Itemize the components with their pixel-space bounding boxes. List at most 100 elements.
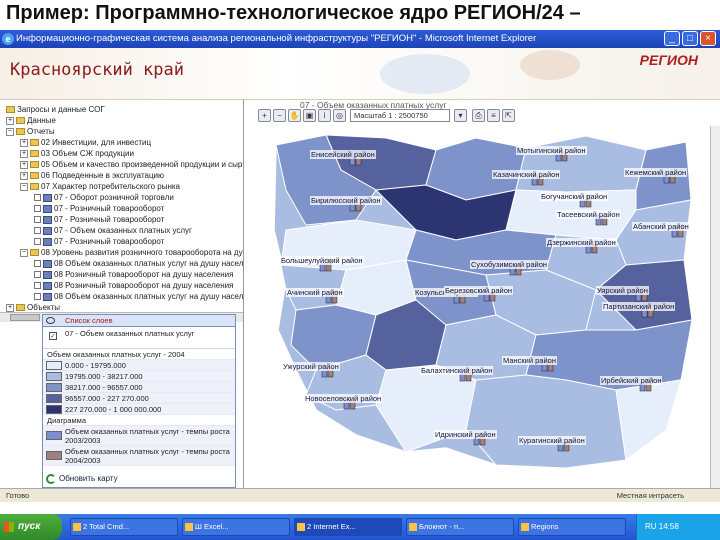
zoom-in-icon[interactable]: + (258, 109, 271, 122)
status-bar: Готово Местная интрасеть (0, 488, 720, 502)
refresh-map-label: Обновить карту (59, 474, 118, 483)
system-tray: RU 14:58 (636, 514, 720, 540)
tree-checkbox[interactable] (34, 205, 41, 213)
taskbar-item[interactable]: 2 Internet Ex... (294, 518, 402, 536)
taskbar-item[interactable]: Ш Excel... (182, 518, 290, 536)
expand-toggle-icon[interactable]: + (6, 116, 14, 125)
tree-checkbox[interactable] (34, 271, 41, 279)
district-kuraginsky[interactable] (465, 374, 627, 469)
expand-toggle-icon[interactable]: − (20, 182, 28, 191)
info-icon[interactable]: i (318, 109, 331, 122)
start-button[interactable]: пуск (0, 514, 62, 540)
map-icon (43, 281, 52, 290)
tree-checkbox[interactable] (34, 282, 41, 290)
district-label: Казачинский район (492, 170, 561, 179)
district-label: Мотыгинский район (516, 146, 587, 155)
pan-icon[interactable]: ✋ (288, 109, 301, 122)
print-icon[interactable]: ⎙ (472, 109, 485, 122)
globe-icon[interactable]: ◎ (333, 109, 346, 122)
app-icon (521, 523, 529, 531)
taskbar-item[interactable]: Regions (518, 518, 626, 536)
header-decoration (380, 54, 470, 94)
map-vertical-scrollbar[interactable] (710, 126, 720, 488)
tree-item[interactable]: +05 Объем и качество произведенной проду… (20, 159, 243, 170)
refresh-map-button[interactable]: Обновить карту (45, 473, 231, 485)
chevron-down-icon[interactable]: ▾ (454, 109, 467, 122)
layer-checkbox[interactable]: ✓ (49, 332, 57, 340)
tree-item[interactable]: − 08 Уровень развития розничного товарооб… (20, 247, 243, 258)
folder-icon (30, 183, 39, 191)
tree-item[interactable]: +03 Объем СЖ продукции (20, 148, 134, 159)
zoom-out-icon[interactable]: − (273, 109, 286, 122)
scale-select[interactable]: Масштаб 1 : 2500750 (350, 109, 450, 122)
map-icon (43, 259, 52, 268)
tree-item[interactable]: − 07 Характер потребительского рынка (20, 181, 180, 192)
tree-item-label: Запросы и данные СОГ (17, 105, 105, 114)
diagram-bar (319, 263, 326, 272)
close-button[interactable]: × (700, 31, 716, 46)
district-karatuzsky[interactable] (615, 379, 682, 461)
folder-icon (30, 249, 39, 257)
layers-icon[interactable]: ≡ (487, 109, 500, 122)
tree-item[interactable]: 07 - Розничный товарооборот (34, 203, 164, 214)
tree-item[interactable]: 07 - Розничный товарооборот (34, 236, 164, 247)
expand-toggle-icon[interactable]: + (6, 303, 14, 312)
minimize-button[interactable]: _ (664, 31, 680, 46)
tree-item[interactable]: Запросы и данные СОГ (6, 104, 105, 115)
map-icon (43, 215, 52, 224)
tree-item-label: 08 Уровень развития розничного товарообо… (41, 248, 243, 257)
folder-icon (16, 128, 25, 136)
tree-item[interactable]: 08 Розничный товарооборот на душу населе… (34, 269, 233, 280)
refresh-icon (46, 474, 56, 484)
legend-histogram: Объем оказанных платных услуг - темпы ро… (43, 426, 235, 466)
district-label: Уярский район (596, 286, 649, 295)
legend-swatch (46, 394, 62, 403)
select-icon[interactable]: ▣ (303, 109, 316, 122)
district-label: Ачинский район (286, 288, 344, 297)
expand-toggle-icon[interactable]: + (20, 171, 28, 180)
taskbar-item[interactable]: 2 Total Cmd... (70, 518, 178, 536)
tree-item[interactable]: +02 Инвестиции, для инвестиц (20, 137, 151, 148)
map-icon (43, 226, 52, 235)
export-icon[interactable]: ⇱ (502, 109, 515, 122)
maximize-button[interactable]: □ (682, 31, 698, 46)
tree-item-label: 08 Розничный товарооборот на душу населе… (54, 270, 234, 279)
tree-checkbox[interactable] (34, 216, 41, 224)
diagram-bar (473, 437, 480, 446)
tree-checkbox[interactable] (34, 194, 41, 202)
app-icon (185, 523, 193, 531)
tree-item[interactable]: 08 Розничный товарооборот на душу населе… (34, 280, 233, 291)
scrollbar-thumb[interactable] (10, 314, 40, 321)
tree-item[interactable]: +06 Подведенные в эксплуатацию (20, 170, 164, 181)
expand-toggle-icon[interactable]: + (20, 160, 28, 169)
tree-item[interactable]: 08 Объем оказанных платных услуг на душу… (34, 258, 243, 269)
app-icon (297, 523, 305, 531)
tree-checkbox[interactable] (34, 227, 41, 235)
legend-swatch (46, 405, 62, 414)
tree-item-label: Данные (27, 116, 56, 125)
legend-range-row: 96557.000 - 227 270.000 (43, 393, 235, 404)
expand-toggle-icon[interactable]: + (20, 138, 28, 147)
tree-checkbox[interactable] (34, 260, 41, 268)
district-label: Большеулуйский район (280, 256, 364, 265)
legend-swatch (46, 383, 62, 392)
tree-item[interactable]: + Данные (6, 115, 56, 126)
tree-item[interactable]: − Отчеты (6, 126, 55, 137)
tree-checkbox[interactable] (34, 293, 41, 301)
tree-item-label: 07 - Розничный товарооборот (54, 215, 165, 224)
expand-toggle-icon[interactable]: − (20, 248, 28, 257)
tree-item[interactable]: 08 Объем оказанных платных услуг на душу… (34, 291, 243, 302)
expand-toggle-icon[interactable]: − (6, 127, 14, 136)
tree-item[interactable]: 07 - Оборот розничной торговли (34, 192, 174, 203)
tree-item[interactable]: 07 - Объем оказанных платных услуг (34, 225, 192, 236)
tree-checkbox[interactable] (34, 238, 41, 246)
diagram-bar (585, 245, 592, 254)
brand-logo: РЕГИОН (639, 52, 698, 68)
taskbar-item[interactable]: Блокнот - п... (406, 518, 514, 536)
tree-item-label: 07 - Объем оказанных платных услуг (54, 226, 192, 235)
tree-item[interactable]: 07 - Розничный товарооборот (34, 214, 164, 225)
legend-layer-item[interactable]: ✓ 07 - Объем оказанных платных услуг (43, 327, 235, 349)
expand-toggle-icon[interactable]: + (20, 149, 28, 158)
eye-icon (46, 317, 55, 324)
taskbar-item-label: 2 Total Cmd... (83, 522, 130, 531)
